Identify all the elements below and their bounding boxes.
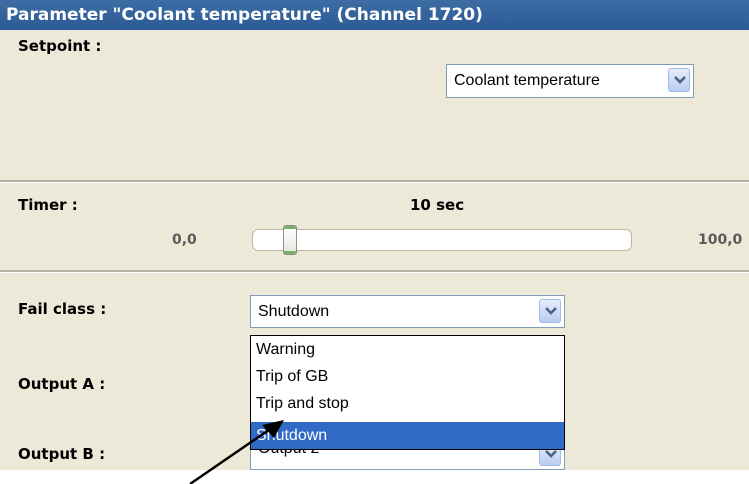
arrow-pointer-icon <box>189 420 284 484</box>
